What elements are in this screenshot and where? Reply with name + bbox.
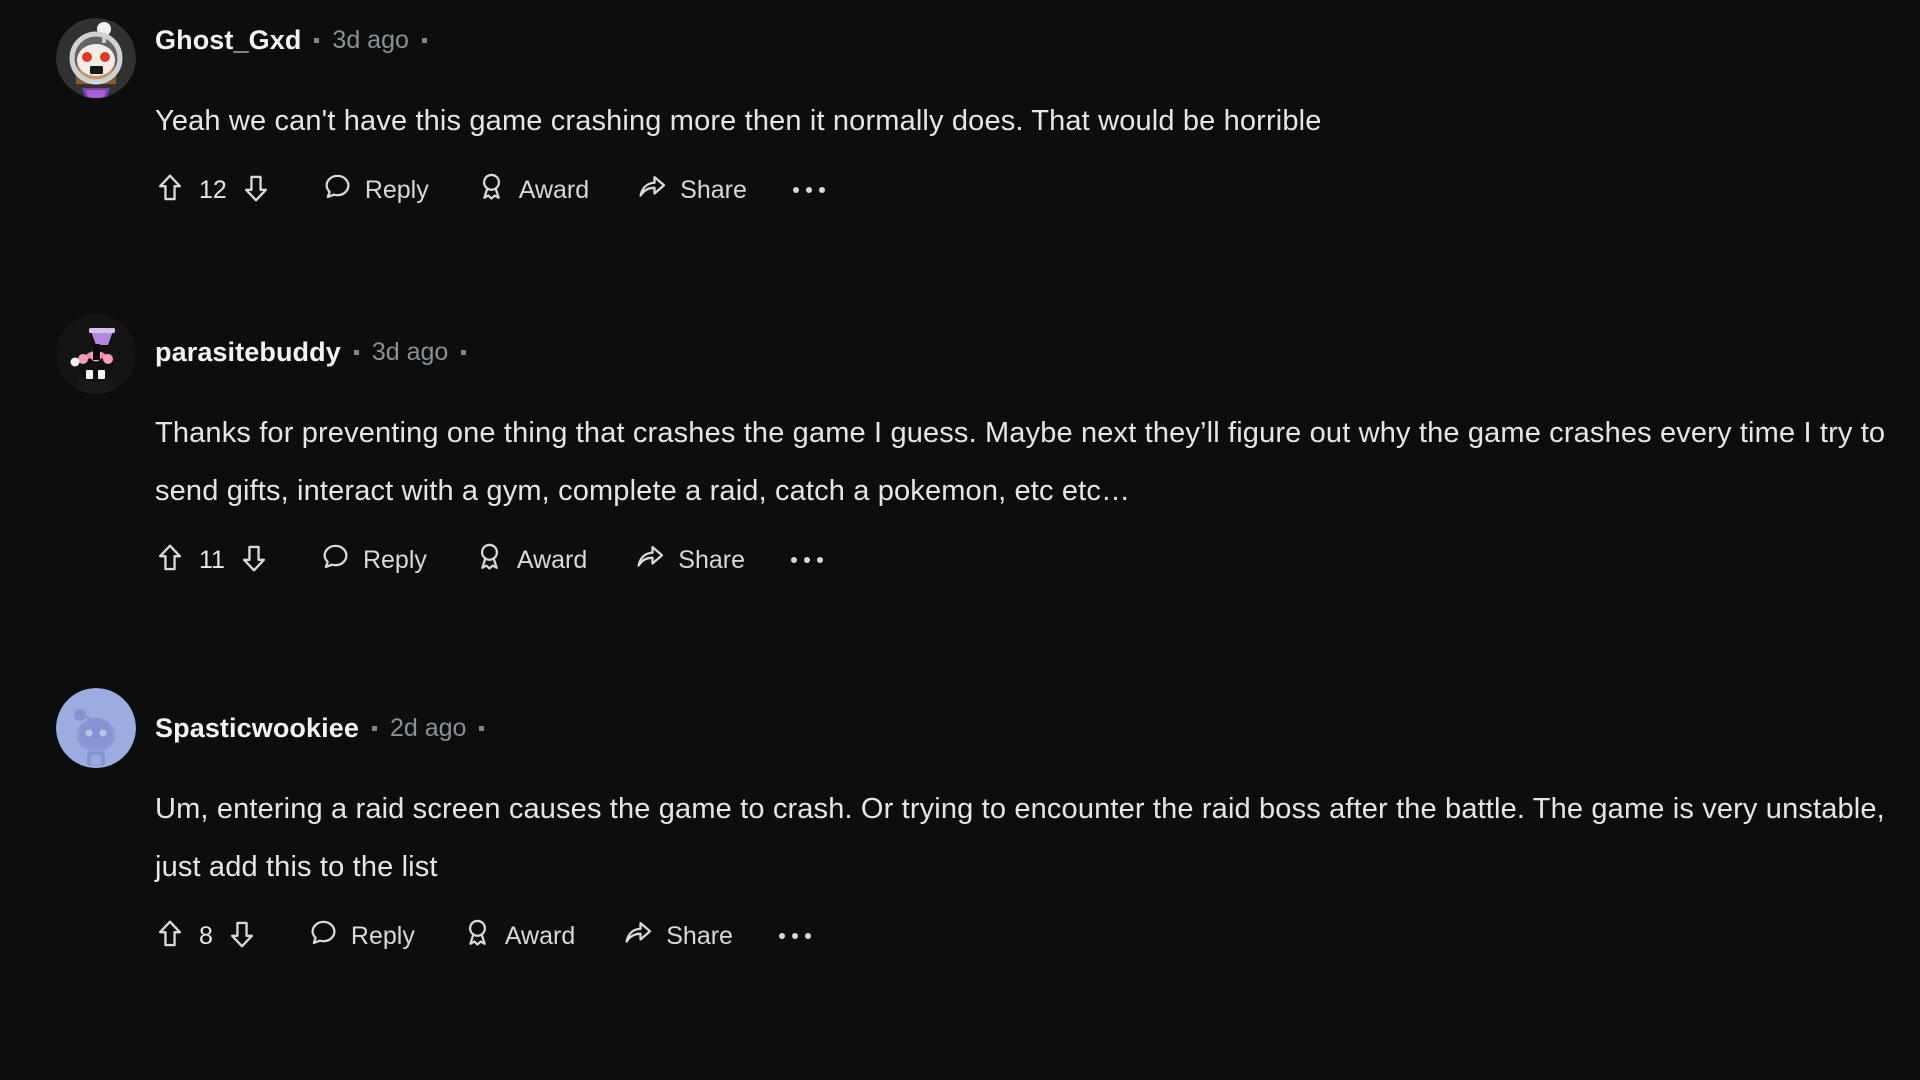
vote-group: 8 [155,918,257,955]
comment-body: Um, entering a raid screen causes the ga… [155,793,1885,883]
comment-header: parasitebuddy 3d ago [155,312,1920,392]
comment-timestamp: 3d ago [371,337,449,366]
comment: Ghost_Gxd 3d ago Yeah we can't have this… [0,0,1920,224]
vote-group: 12 [155,172,271,209]
award-button[interactable]: Award [477,171,589,209]
comment-gap [0,224,1920,312]
downvote-arrow-icon[interactable] [227,918,257,955]
award-label: Award [518,175,590,204]
vote-count: 8 [199,921,213,950]
speech-bubble-icon [321,542,350,578]
vote-count: 12 [199,175,227,204]
reply-button[interactable]: Reply [321,542,427,578]
vote-count: 11 [199,545,225,574]
share-arrow-icon [637,172,667,208]
share-label: Share [678,545,746,574]
reply-button[interactable]: Reply [309,918,415,954]
comment: parasitebuddy 3d ago Thanks for preventi… [0,312,1920,594]
overflow-menu-icon[interactable] [773,933,817,939]
comment-body: Thanks for preventing one thing that cra… [155,417,1886,507]
vote-group: 11 [155,542,269,579]
overflow-menu-icon[interactable] [785,557,829,563]
separator-dot [353,349,359,355]
separator-dot [314,37,320,43]
award-button[interactable]: Award [463,917,575,955]
comment-actions: 8 Reply Award Share [155,896,1920,970]
share-button[interactable]: Share [623,918,733,954]
comment: Spasticwookiee 2d ago Um, entering a rai… [0,688,1920,970]
reply-label: Reply [364,175,429,204]
downvote-arrow-icon[interactable] [241,172,271,209]
share-arrow-icon [623,918,653,954]
comment-timestamp: 3d ago [332,25,409,54]
award-button[interactable]: Award [475,541,587,579]
upvote-arrow-icon[interactable] [155,172,185,209]
speech-bubble-icon [323,172,352,208]
comment-gap [0,594,1920,688]
comment-username[interactable]: Spasticwookiee [155,713,359,744]
separator-dot [461,349,467,355]
upvote-arrow-icon[interactable] [155,918,185,955]
reply-label: Reply [350,921,415,950]
share-label: Share [680,175,747,204]
comment-username[interactable]: parasitebuddy [155,337,341,368]
reply-label: Reply [362,545,427,574]
share-arrow-icon [635,542,665,578]
comment-header: Ghost_Gxd 3d ago [155,0,1920,80]
avatar[interactable] [56,688,136,768]
comment-actions: 11 Reply Award Share [155,520,1920,594]
speech-bubble-icon [309,918,338,954]
comment-thread: Ghost_Gxd 3d ago Yeah we can't have this… [0,0,1920,970]
comment-body: Yeah we can't have this game crashing mo… [155,105,1322,137]
separator-dot [421,37,427,43]
comment-actions: 12 Reply Award Share [155,150,1920,224]
separator-dot [479,725,485,731]
award-badge-icon [477,171,506,209]
award-badge-icon [475,541,504,579]
share-label: Share [666,921,733,950]
comment-username[interactable]: Ghost_Gxd [155,25,301,56]
share-button[interactable]: Share [637,172,747,208]
share-button[interactable]: Share [635,542,745,578]
award-label: Award [516,545,588,574]
separator-dot [371,725,377,731]
avatar[interactable] [56,18,136,98]
comment-header: Spasticwookiee 2d ago [155,688,1920,768]
award-badge-icon [463,917,492,955]
award-label: Award [504,921,576,950]
upvote-arrow-icon[interactable] [155,542,185,579]
overflow-menu-icon[interactable] [787,187,831,193]
reply-button[interactable]: Reply [323,172,429,208]
downvote-arrow-icon[interactable] [239,542,269,579]
comment-timestamp: 2d ago [389,713,467,742]
avatar[interactable] [56,314,136,394]
